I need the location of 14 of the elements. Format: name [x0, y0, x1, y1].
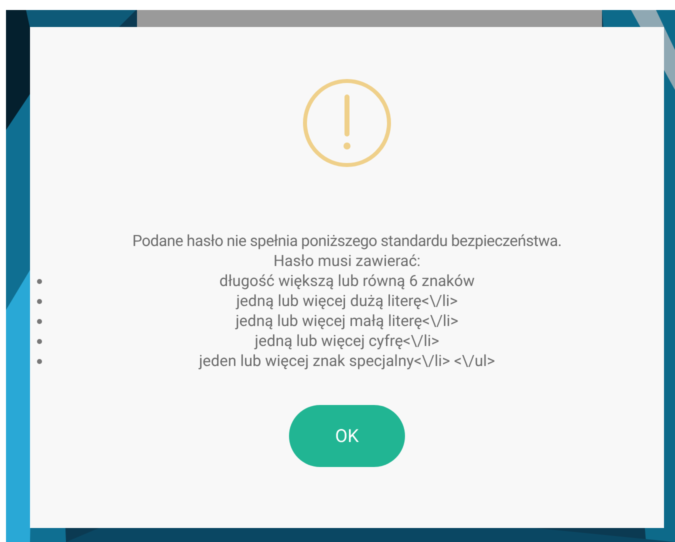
subtitle-text: Hasło musi zawierać:	[273, 251, 421, 271]
requirement-text: jeden lub więcej znak specjalny<\/li> <\/ul>	[198, 351, 496, 371]
ok-button[interactable]: OK	[289, 405, 405, 467]
requirement-text: długość większą lub równą 6 znaków	[219, 271, 475, 291]
bullet-icon	[37, 279, 42, 284]
requirement-text: jedną lub więcej cyfrę<\/li>	[254, 331, 440, 351]
message-text: Podane hasło nie spełnia poniższego standardu bezpieczeństwa.	[132, 231, 562, 251]
requirement-text: jedną lub więcej małą literę<\/li>	[236, 311, 458, 331]
requirement-text: jedną lub więcej dużą literę<\/li>	[236, 291, 458, 311]
warning-icon	[302, 78, 392, 168]
bullet-icon	[37, 299, 42, 304]
bullet-icon	[37, 339, 42, 344]
bullet-icon	[37, 319, 42, 324]
bullet-icon	[37, 359, 42, 364]
